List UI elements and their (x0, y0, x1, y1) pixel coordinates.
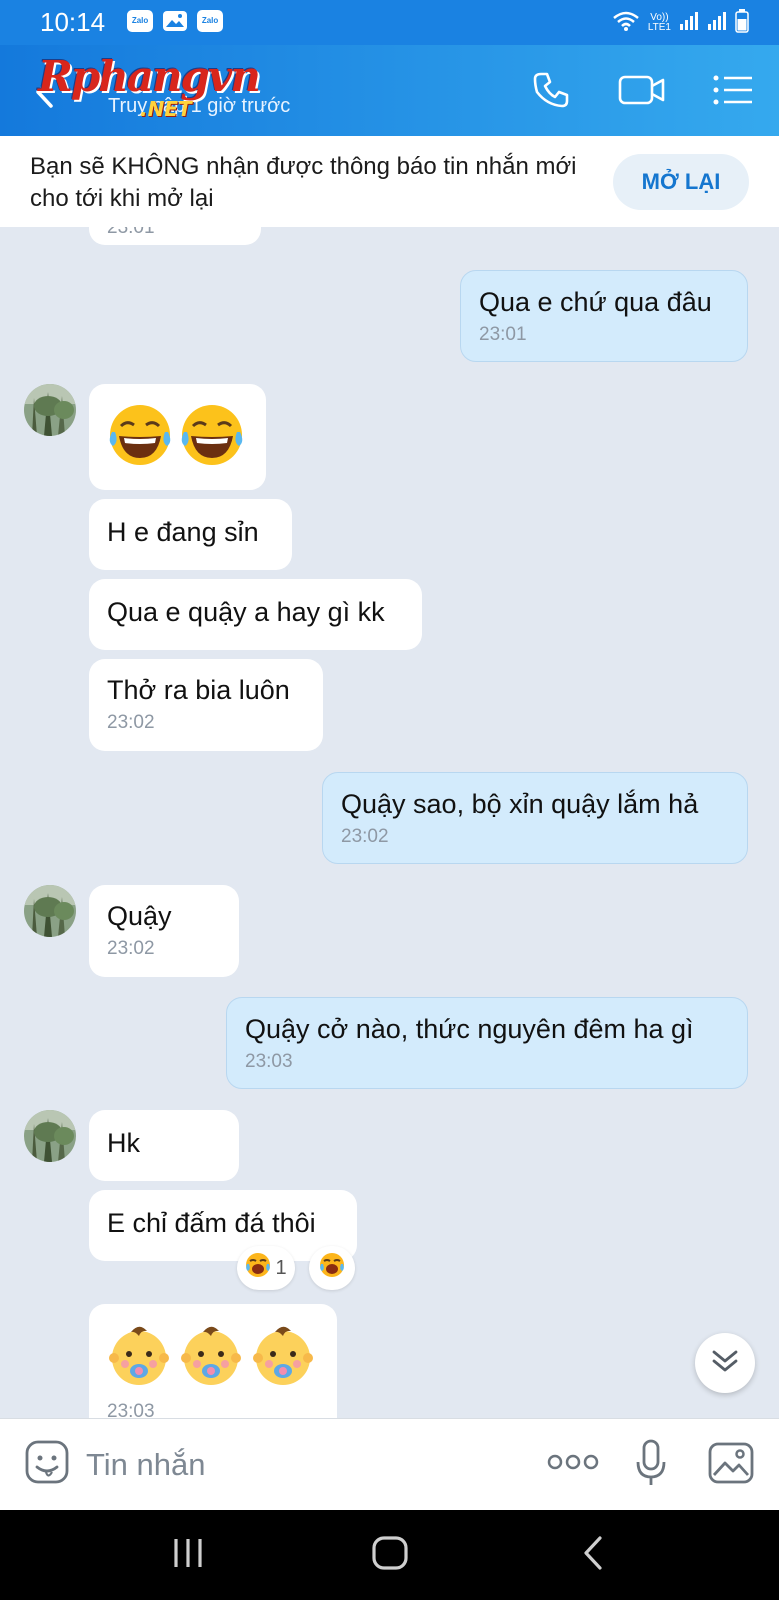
battery-icon (735, 8, 749, 37)
recent-apps-button[interactable] (158, 1530, 218, 1580)
incoming-sticker-message[interactable] (89, 384, 266, 490)
send-image-button[interactable] (706, 1441, 756, 1489)
message-composer (0, 1418, 779, 1510)
watermark-logo: Rphangvn (38, 52, 261, 101)
system-back-button[interactable] (563, 1530, 623, 1580)
message-text: Quậy cở nào, thức nguyên đêm ha gì (245, 1014, 694, 1044)
message-time: 23:01 (479, 324, 527, 345)
zalo-notification-icon: Zalo (197, 9, 224, 32)
image-gallery-icon (707, 1441, 755, 1489)
message-text: Qua e chứ qua đâu (479, 287, 712, 317)
chat-header: Truy cập 1 giờ trước Rphangvn .NET (0, 45, 779, 136)
volte-indicator: Vo)) LTE1 (647, 11, 671, 33)
signal-icon (679, 11, 699, 35)
message-text: Quậy sao, bộ xỉn quậy lắm hả (341, 789, 699, 819)
watermark-logo-net: .NET (140, 97, 192, 121)
recent-apps-icon (171, 1537, 205, 1573)
gallery-notification-icon (162, 10, 188, 36)
laughing-tears-emoji-icon (107, 402, 173, 473)
message-time: 23:03 (245, 1051, 293, 1072)
message-time: 23:01 (107, 227, 155, 238)
reaction-count: 1 (275, 1256, 287, 1279)
laughing-tears-emoji-icon (179, 402, 245, 473)
incoming-message[interactable]: Qua e quậy a hay gì kk (89, 579, 422, 650)
outgoing-message[interactable]: Qua e chứ qua đâu 23:01 (460, 270, 748, 362)
double-chevron-down-icon (710, 1348, 740, 1378)
incoming-message[interactable]: Hk (89, 1110, 239, 1181)
smiley-sticker-icon (24, 1439, 70, 1489)
chat-options-button[interactable] (710, 69, 756, 115)
reopen-notifications-button[interactable]: MỞ LẠI (613, 154, 749, 210)
list-menu-icon (712, 73, 754, 111)
microphone-icon (634, 1438, 668, 1492)
message-input[interactable] (86, 1441, 516, 1489)
baby-emoji-icon (179, 1322, 243, 1393)
message-text: Qua e quậy a hay gì kk (107, 597, 385, 627)
emoji-row (107, 402, 248, 473)
baby-emoji-icon (251, 1322, 315, 1393)
message-text: Quậy (107, 901, 172, 931)
add-reaction-button[interactable] (309, 1246, 355, 1290)
emoji-row (107, 1322, 319, 1393)
incoming-message[interactable]: 23:01 (89, 227, 261, 245)
message-time: 23:02 (107, 712, 155, 733)
outgoing-message[interactable]: Quậy cở nào, thức nguyên đêm ha gì 23:03 (226, 997, 748, 1089)
sticker-button[interactable] (24, 1439, 70, 1489)
voice-call-button[interactable] (528, 69, 574, 115)
incoming-sticker-message[interactable]: 23:03 (89, 1304, 337, 1418)
muted-notice-text: Bạn sẽ KHÔNG nhận được thông báo tin nhắ… (30, 153, 577, 212)
phone-icon (531, 70, 571, 114)
more-dots-icon (547, 1453, 599, 1475)
voice-message-button[interactable] (628, 1439, 674, 1491)
zalo-notification-icon: Zalo (127, 9, 154, 32)
home-icon (371, 1535, 409, 1575)
wifi-icon (612, 10, 640, 36)
video-camera-icon (618, 72, 666, 112)
message-time: 23:02 (107, 938, 155, 959)
more-options-button[interactable] (545, 1449, 601, 1479)
incoming-message[interactable]: Quậy 23:02 (89, 885, 239, 977)
message-time: 23:02 (341, 826, 389, 847)
video-call-button[interactable] (618, 69, 666, 115)
contact-avatar[interactable] (24, 885, 76, 937)
contact-avatar[interactable] (24, 1110, 76, 1162)
status-time: 10:14 (40, 7, 106, 37)
message-text: Thở ra bia luôn (107, 675, 290, 705)
back-chevron-icon (581, 1535, 605, 1575)
baby-emoji-icon (107, 1322, 171, 1393)
outgoing-message[interactable]: Quậy sao, bộ xỉn quậy lắm hả 23:02 (322, 772, 748, 864)
muted-notification-banner: Bạn sẽ KHÔNG nhận được thông báo tin nhắ… (0, 136, 779, 227)
incoming-message[interactable]: Thở ra bia luôn 23:02 (89, 659, 323, 751)
signal-icon (707, 11, 727, 35)
contact-avatar[interactable] (24, 384, 76, 436)
status-bar: 10:14 Zalo Zalo Vo)) LTE1 (0, 0, 779, 45)
scroll-to-bottom-button[interactable] (695, 1333, 755, 1393)
message-text: H e đang sỉn (107, 517, 259, 547)
reaction-summary[interactable]: 1 (237, 1246, 295, 1290)
notification-icons: Zalo Zalo (127, 9, 224, 36)
message-time: 23:03 (107, 1401, 155, 1418)
crying-laughing-reaction-icon (319, 1252, 345, 1284)
message-list[interactable]: 23:01 Qua e chứ qua đâu 23:01 H e đang s… (0, 227, 779, 1418)
incoming-message[interactable]: H e đang sỉn (89, 499, 292, 570)
crying-laughing-reaction-icon (245, 1252, 271, 1284)
system-navigation-bar (0, 1510, 779, 1600)
status-indicators: Vo)) LTE1 (612, 8, 749, 37)
message-text: Hk (107, 1128, 140, 1158)
home-button[interactable] (360, 1530, 420, 1580)
message-text: E chỉ đấm đá thôi (107, 1208, 316, 1238)
